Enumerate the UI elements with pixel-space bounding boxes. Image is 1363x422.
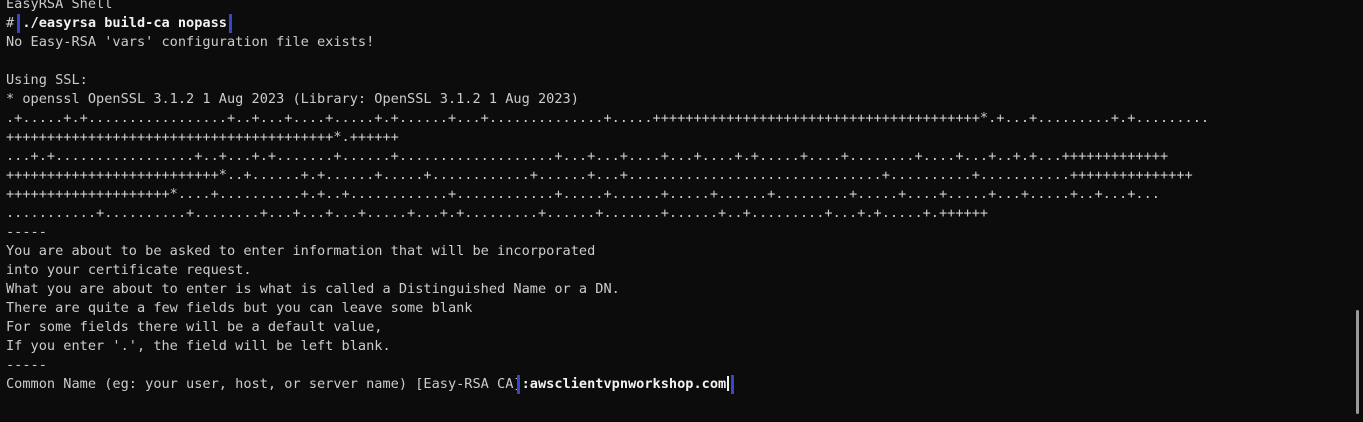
separator: -----: [6, 357, 47, 373]
vars-notice: No Easy-RSA 'vars' configuration file ex…: [6, 34, 375, 50]
keygen-line: .+.....+.+.................+..+...+....+…: [6, 110, 1210, 126]
command-text: ./easyrsa build-ca nopass: [17, 14, 232, 33]
common-name-input[interactable]: :awsclientvpnworkshop.com: [516, 375, 735, 394]
info-line: into your certificate request.: [6, 262, 252, 278]
keygen-line: ++++++++++++++++++++*....+..........+.+.…: [6, 186, 1160, 202]
common-name-value: :awsclientvpnworkshop.com: [521, 376, 727, 392]
shell-prompt: #: [6, 15, 23, 31]
info-line: If you enter '.', the field will be left…: [6, 338, 391, 354]
separator: -----: [6, 224, 47, 240]
scrollbar[interactable]: [1356, 310, 1359, 414]
info-line: What you are about to enter is what is c…: [6, 281, 620, 297]
info-line: For some fields there will be a default …: [6, 319, 383, 335]
text-cursor: [727, 376, 730, 391]
command-line: # ./easyrsa build-ca nopass: [6, 14, 1351, 33]
keygen-line: ...........+..........+........+...+...+…: [6, 205, 989, 221]
keygen-line: ...+.+.................+..+...+.+.......…: [6, 148, 1169, 164]
info-line: You are about to be asked to enter infor…: [6, 243, 596, 259]
common-name-prompt: Common Name (eg: your user, host, or ser…: [6, 376, 522, 392]
common-name-line: Common Name (eg: your user, host, or ser…: [6, 375, 1351, 394]
keygen-line: ++++++++++++++++++++++++++*..+......+.+.…: [6, 167, 1193, 183]
terminal-screen: EasyRSA Shell # ./easyrsa build-ca nopas…: [6, 0, 1351, 394]
ssl-version: * openssl OpenSSL 3.1.2 1 Aug 2023 (Libr…: [6, 91, 579, 107]
ssl-heading: Using SSL:: [6, 72, 88, 88]
window-title: EasyRSA Shell: [6, 0, 113, 12]
info-line: There are quite a few fields but you can…: [6, 300, 473, 316]
terminal-window[interactable]: EasyRSA Shell # ./easyrsa build-ca nopas…: [0, 0, 1363, 422]
keygen-line: ++++++++++++++++++++++++++++++++++++++++…: [6, 129, 399, 145]
